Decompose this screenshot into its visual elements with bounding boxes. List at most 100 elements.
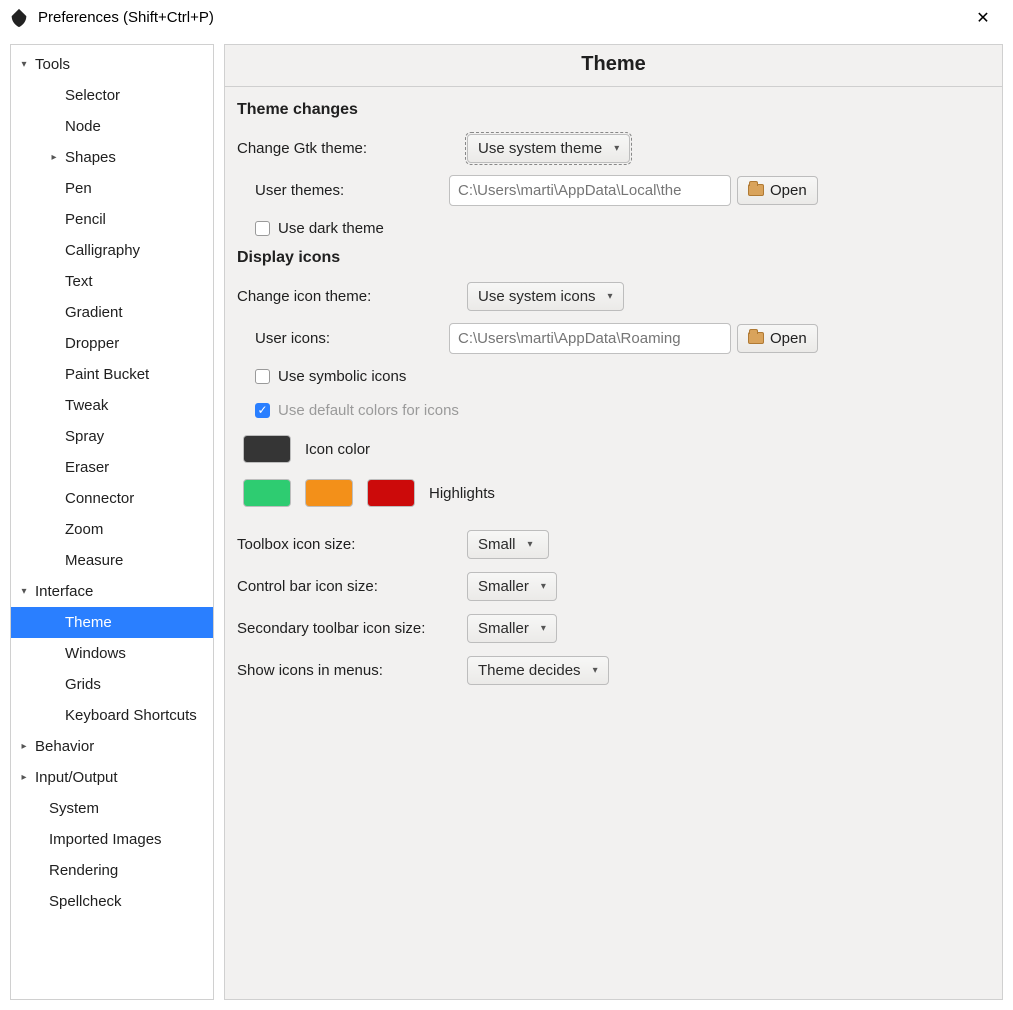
tree-item-keyboard-shortcuts[interactable]: Keyboard Shortcuts xyxy=(11,700,213,731)
tree-item-tools[interactable]: ▾ Tools xyxy=(11,49,213,80)
tree-item-label: Measure xyxy=(65,552,123,569)
tree-item-shapes[interactable]: ▸Shapes xyxy=(11,142,213,173)
highlight-swatch-1[interactable] xyxy=(243,479,291,507)
default-colors-label: Use default colors for icons xyxy=(278,402,459,419)
tree-item-system[interactable]: System xyxy=(11,793,213,824)
tree-item-label: Theme xyxy=(65,614,112,631)
tree-item-label: Calligraphy xyxy=(65,242,140,259)
controlbar-icon-size-label: Control bar icon size: xyxy=(237,578,467,595)
icon-color-swatch[interactable] xyxy=(243,435,291,463)
change-gtk-theme-combo[interactable]: Use system theme xyxy=(467,134,630,163)
tree-item-label: Zoom xyxy=(65,521,103,538)
content-pane: Theme Theme changes Change Gtk theme: Us… xyxy=(224,44,1003,1000)
tree-item-label: Keyboard Shortcuts xyxy=(65,707,197,724)
tree-item-measure[interactable]: Measure xyxy=(11,545,213,576)
tree-item-label: Windows xyxy=(65,645,126,662)
tree-item-label: Grids xyxy=(65,676,101,693)
tree-item-label: Interface xyxy=(35,583,93,600)
tree-item-calligraphy[interactable]: Calligraphy xyxy=(11,235,213,266)
default-colors-checkbox[interactable] xyxy=(255,403,270,418)
icon-color-label: Icon color xyxy=(305,441,370,458)
folder-icon xyxy=(748,332,764,344)
tree-item-pen[interactable]: Pen xyxy=(11,173,213,204)
dark-theme-label: Use dark theme xyxy=(278,220,384,237)
tree-item-label: Input/Output xyxy=(35,769,118,786)
tree-item-windows[interactable]: Windows xyxy=(11,638,213,669)
tree-item-label: Eraser xyxy=(65,459,109,476)
chevron-right-icon[interactable]: ▸ xyxy=(17,772,31,783)
tree-item-theme[interactable]: Theme xyxy=(11,607,213,638)
tree-item-paint-bucket[interactable]: Paint Bucket xyxy=(11,359,213,390)
tree-item-label: Text xyxy=(65,273,93,290)
tree-item-label: Tools xyxy=(35,56,70,73)
titlebar: Preferences (Shift+Ctrl+P) ✕ xyxy=(0,0,1013,36)
toolbox-icon-size-label: Toolbox icon size: xyxy=(237,536,467,553)
tree-item-zoom[interactable]: Zoom xyxy=(11,514,213,545)
tree-item-interface[interactable]: ▾ Interface xyxy=(11,576,213,607)
change-icon-theme-label: Change icon theme: xyxy=(237,288,467,305)
section-theme-changes: Theme changes xyxy=(237,101,992,119)
tree-item-eraser[interactable]: Eraser xyxy=(11,452,213,483)
symbolic-icons-label: Use symbolic icons xyxy=(278,368,406,385)
tree-item-imported-images[interactable]: Imported Images xyxy=(11,824,213,855)
user-themes-path-input[interactable] xyxy=(449,175,731,206)
section-display-icons: Display icons xyxy=(237,249,992,267)
page-title: Theme xyxy=(225,45,1002,87)
tree-item-label: Connector xyxy=(65,490,134,507)
folder-icon xyxy=(748,184,764,196)
tree-item-label: Dropper xyxy=(65,335,119,352)
tree-item-node[interactable]: Node xyxy=(11,111,213,142)
tree-item-selector[interactable]: Selector xyxy=(11,80,213,111)
toolbox-icon-size-combo[interactable]: Small xyxy=(467,530,549,559)
highlight-swatch-2[interactable] xyxy=(305,479,353,507)
user-themes-label: User themes: xyxy=(237,182,449,199)
tree-item-label: Spray xyxy=(65,428,104,445)
tree-item-label: Behavior xyxy=(35,738,94,755)
main-area: ▾ Tools Selector Node ▸Shapes Pen Pencil Callig… xyxy=(0,36,1013,1010)
user-icons-label: User icons: xyxy=(237,330,449,347)
symbolic-icons-checkbox[interactable] xyxy=(255,369,270,384)
tree-item-label: Rendering xyxy=(49,862,118,879)
tree-item-spellcheck[interactable]: Spellcheck xyxy=(11,886,213,917)
tree-item-connector[interactable]: Connector xyxy=(11,483,213,514)
tree-item-gradient[interactable]: Gradient xyxy=(11,297,213,328)
tree-item-label: Selector xyxy=(65,87,120,104)
tree-item-label: Paint Bucket xyxy=(65,366,149,383)
open-user-icons-button[interactable]: Open xyxy=(737,324,818,353)
dark-theme-checkbox[interactable] xyxy=(255,221,270,236)
chevron-down-icon[interactable]: ▾ xyxy=(17,586,31,597)
tree-item-label: Spellcheck xyxy=(49,893,122,910)
highlight-swatch-3[interactable] xyxy=(367,479,415,507)
user-icons-path-input[interactable] xyxy=(449,323,731,354)
app-icon xyxy=(8,7,30,29)
chevron-down-icon[interactable]: ▾ xyxy=(17,59,31,70)
chevron-right-icon[interactable]: ▸ xyxy=(47,152,61,163)
tree-item-input-output[interactable]: ▸ Input/Output xyxy=(11,762,213,793)
tree-item-label: Gradient xyxy=(65,304,123,321)
tree-item-pencil[interactable]: Pencil xyxy=(11,204,213,235)
close-icon[interactable]: ✕ xyxy=(963,8,1003,28)
tree-item-label: Tweak xyxy=(65,397,108,414)
tree-item-behavior[interactable]: ▸ Behavior xyxy=(11,731,213,762)
tree-item-text[interactable]: Text xyxy=(11,266,213,297)
show-icons-menus-label: Show icons in menus: xyxy=(237,662,467,679)
chevron-right-icon[interactable]: ▸ xyxy=(17,741,31,752)
tree-item-rendering[interactable]: Rendering xyxy=(11,855,213,886)
tree-item-label: Pen xyxy=(65,180,92,197)
controlbar-icon-size-combo[interactable]: Smaller xyxy=(467,572,557,601)
change-icon-theme-combo[interactable]: Use system icons xyxy=(467,282,624,311)
tree-item-label: Pencil xyxy=(65,211,106,228)
secondary-toolbar-icon-size-combo[interactable]: Smaller xyxy=(467,614,557,643)
window-title: Preferences (Shift+Ctrl+P) xyxy=(38,9,214,26)
tree-item-label: Node xyxy=(65,118,101,135)
open-user-themes-button[interactable]: Open xyxy=(737,176,818,205)
tree-item-label: System xyxy=(49,800,99,817)
preferences-tree[interactable]: ▾ Tools Selector Node ▸Shapes Pen Pencil Callig… xyxy=(10,44,214,1000)
secondary-toolbar-icon-size-label: Secondary toolbar icon size: xyxy=(237,620,467,637)
show-icons-menus-combo[interactable]: Theme decides xyxy=(467,656,609,685)
tree-item-spray[interactable]: Spray xyxy=(11,421,213,452)
tree-item-grids[interactable]: Grids xyxy=(11,669,213,700)
change-gtk-theme-label: Change Gtk theme: xyxy=(237,140,467,157)
tree-item-dropper[interactable]: Dropper xyxy=(11,328,213,359)
tree-item-tweak[interactable]: Tweak xyxy=(11,390,213,421)
